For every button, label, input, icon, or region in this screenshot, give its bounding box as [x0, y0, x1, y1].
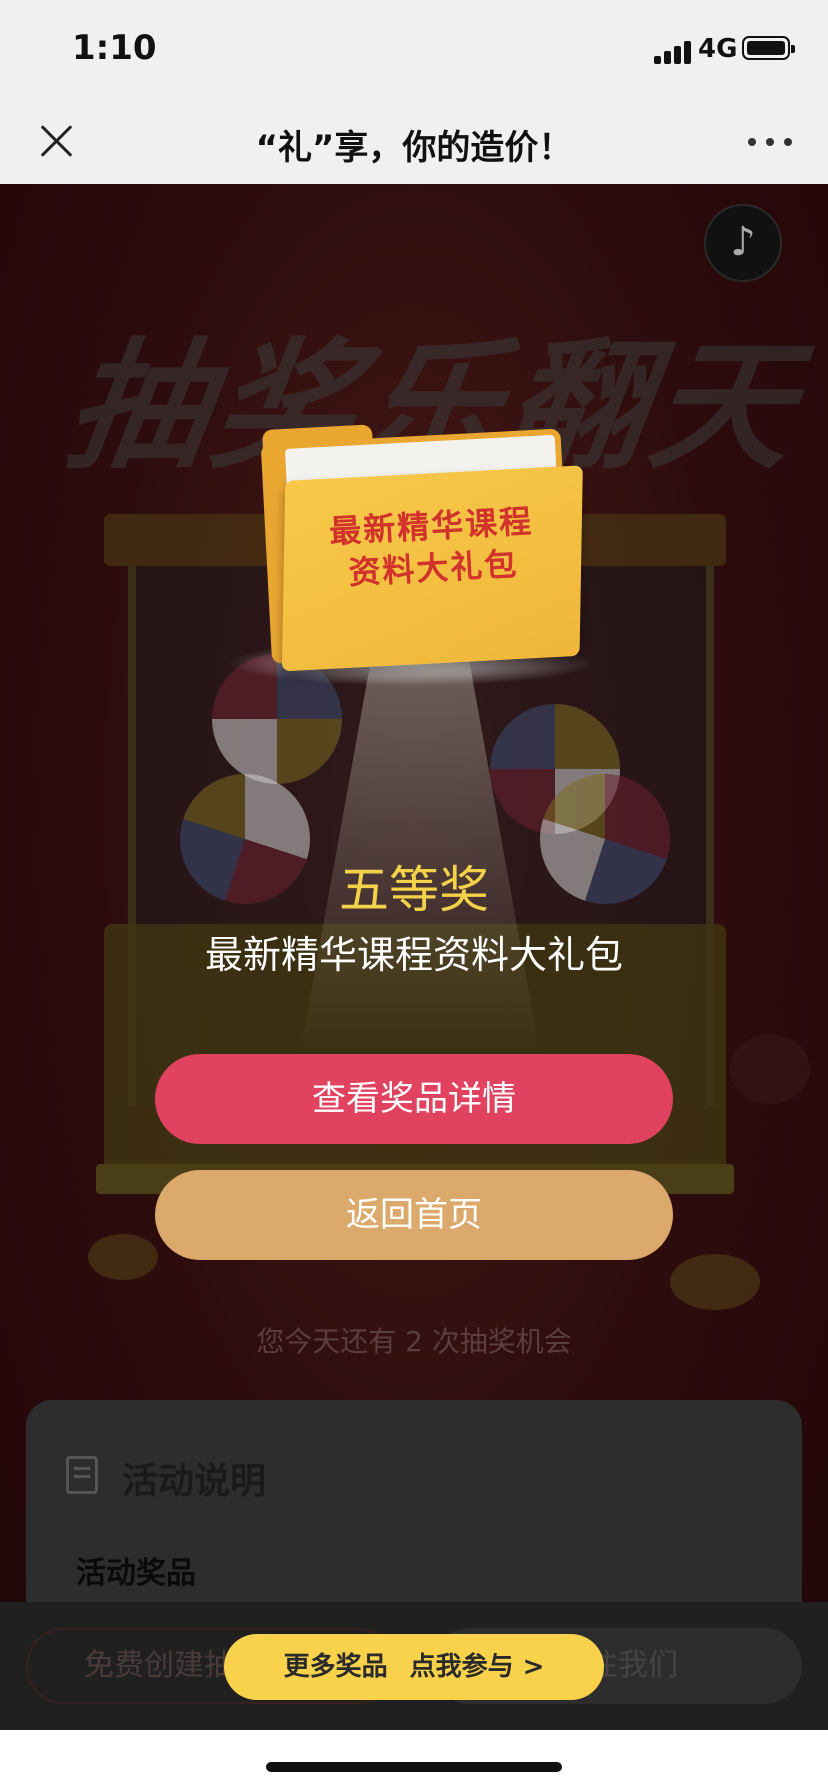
lottery-screen: 抽奖乐翻天 ♪ 最新精华课程 资料大礼包 五等奖 最新精华课程资料大礼包 查看奖…	[0, 184, 828, 1730]
prize-folder-image: 最新精华课程 资料大礼包	[254, 414, 586, 672]
back-home-button[interactable]: 返回首页	[155, 1170, 673, 1260]
music-icon[interactable]: ♪	[704, 204, 782, 282]
home-indicator[interactable]	[266, 1762, 562, 1772]
battery-icon	[742, 36, 795, 60]
coin-decoration	[88, 1234, 158, 1280]
prize-name: 最新精华课程资料大礼包	[204, 933, 623, 977]
network-type: 4G	[698, 34, 738, 64]
more-prizes-button[interactable]: 更多奖品 点我参与 >	[224, 1634, 604, 1700]
join-label: 点我参与 >	[409, 1652, 545, 1682]
coin-decoration	[670, 1254, 760, 1310]
more-dots-icon[interactable]	[748, 134, 796, 150]
page-title: “礼”享，你的造价！	[255, 128, 573, 168]
status-time: 1:10	[72, 28, 157, 68]
signal-icon	[654, 38, 704, 64]
home-bar	[0, 1730, 828, 1792]
status-bar: 1:10 4G	[0, 0, 828, 100]
coin-decoration	[730, 1034, 810, 1104]
rules-section-prize: 活动奖品	[76, 1556, 196, 1591]
view-prize-details-button[interactable]: 查看奖品详情	[155, 1054, 673, 1144]
rules-title: 活动说明	[122, 1461, 267, 1502]
folder-label: 最新精华课程 资料大礼包	[328, 502, 535, 592]
remaining-chances: 您今天还有 2 次抽奖机会	[256, 1325, 572, 1358]
more-prizes-label: 更多奖品	[283, 1652, 388, 1682]
prize-level: 五等奖	[339, 861, 489, 919]
document-icon	[66, 1456, 98, 1494]
nav-bar: “礼”享，你的造价！	[0, 100, 828, 184]
